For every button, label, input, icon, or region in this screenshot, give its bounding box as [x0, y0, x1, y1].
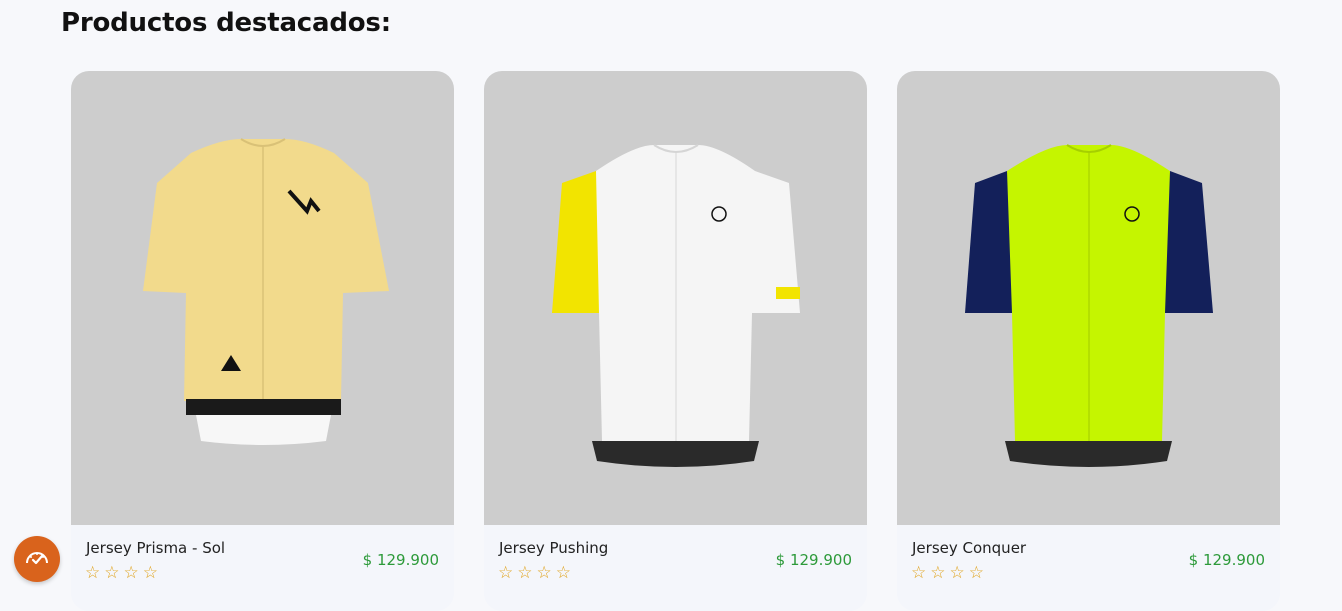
star-outline-icon: ☆ — [104, 563, 120, 583]
speedometer-check-button[interactable] — [14, 536, 60, 582]
product-info: Jersey Prisma - Sol $ 129.900 ☆ ☆ ☆ ☆ — [71, 525, 454, 611]
section-title: Productos destacados: — [61, 8, 391, 38]
product-price: $ 129.900 — [362, 551, 439, 569]
star-outline-icon: ☆ — [930, 563, 946, 583]
jersey-illustration — [965, 144, 1213, 467]
product-name[interactable]: Jersey Pushing — [499, 539, 608, 557]
star-outline-icon: ☆ — [536, 563, 552, 583]
star-outline-icon: ☆ — [498, 563, 514, 583]
star-outline-icon: ☆ — [555, 563, 571, 583]
product-image[interactable] — [71, 71, 454, 525]
product-card[interactable]: Jersey Prisma - Sol $ 129.900 ☆ ☆ ☆ ☆ — [71, 71, 454, 611]
star-outline-icon: ☆ — [968, 563, 984, 583]
product-image[interactable] — [897, 71, 1280, 525]
rating-stars: ☆ ☆ ☆ ☆ — [498, 565, 571, 582]
rating-stars: ☆ ☆ ☆ ☆ — [911, 565, 984, 582]
star-outline-icon: ☆ — [517, 563, 533, 583]
product-info: Jersey Conquer $ 129.900 ☆ ☆ ☆ ☆ — [897, 525, 1280, 611]
jersey-illustration — [143, 138, 389, 445]
jersey-illustration — [552, 144, 800, 467]
product-card[interactable]: Jersey Conquer $ 129.900 ☆ ☆ ☆ ☆ — [897, 71, 1280, 611]
star-outline-icon: ☆ — [85, 563, 101, 583]
star-outline-icon: ☆ — [142, 563, 158, 583]
product-image[interactable] — [484, 71, 867, 525]
star-outline-icon: ☆ — [949, 563, 965, 583]
star-outline-icon: ☆ — [123, 563, 139, 583]
speedometer-check-icon — [26, 552, 48, 565]
product-name[interactable]: Jersey Conquer — [912, 539, 1026, 557]
star-outline-icon: ☆ — [911, 563, 927, 583]
product-price: $ 129.900 — [1188, 551, 1265, 569]
product-price: $ 129.900 — [775, 551, 852, 569]
product-name[interactable]: Jersey Prisma - Sol — [86, 539, 225, 557]
product-info: Jersey Pushing $ 129.900 ☆ ☆ ☆ ☆ — [484, 525, 867, 611]
product-card[interactable]: Jersey Pushing $ 129.900 ☆ ☆ ☆ ☆ — [484, 71, 867, 611]
rating-stars: ☆ ☆ ☆ ☆ — [85, 565, 158, 582]
